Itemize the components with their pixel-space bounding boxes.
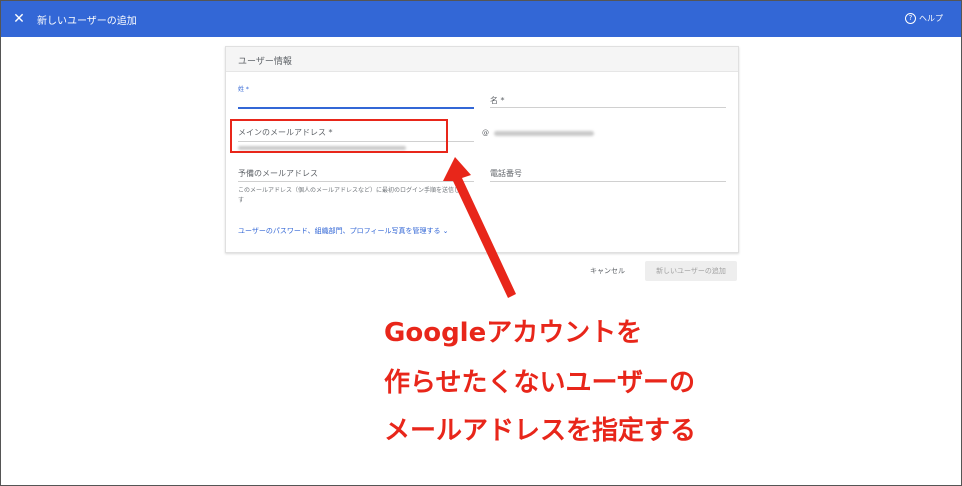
annotation-line-1: Googleアカウントを	[384, 318, 643, 348]
annotation-line-2: 作らせたくないユーザーの	[384, 368, 695, 398]
annotation-line-3: メールアドレスを指定する	[384, 416, 697, 446]
